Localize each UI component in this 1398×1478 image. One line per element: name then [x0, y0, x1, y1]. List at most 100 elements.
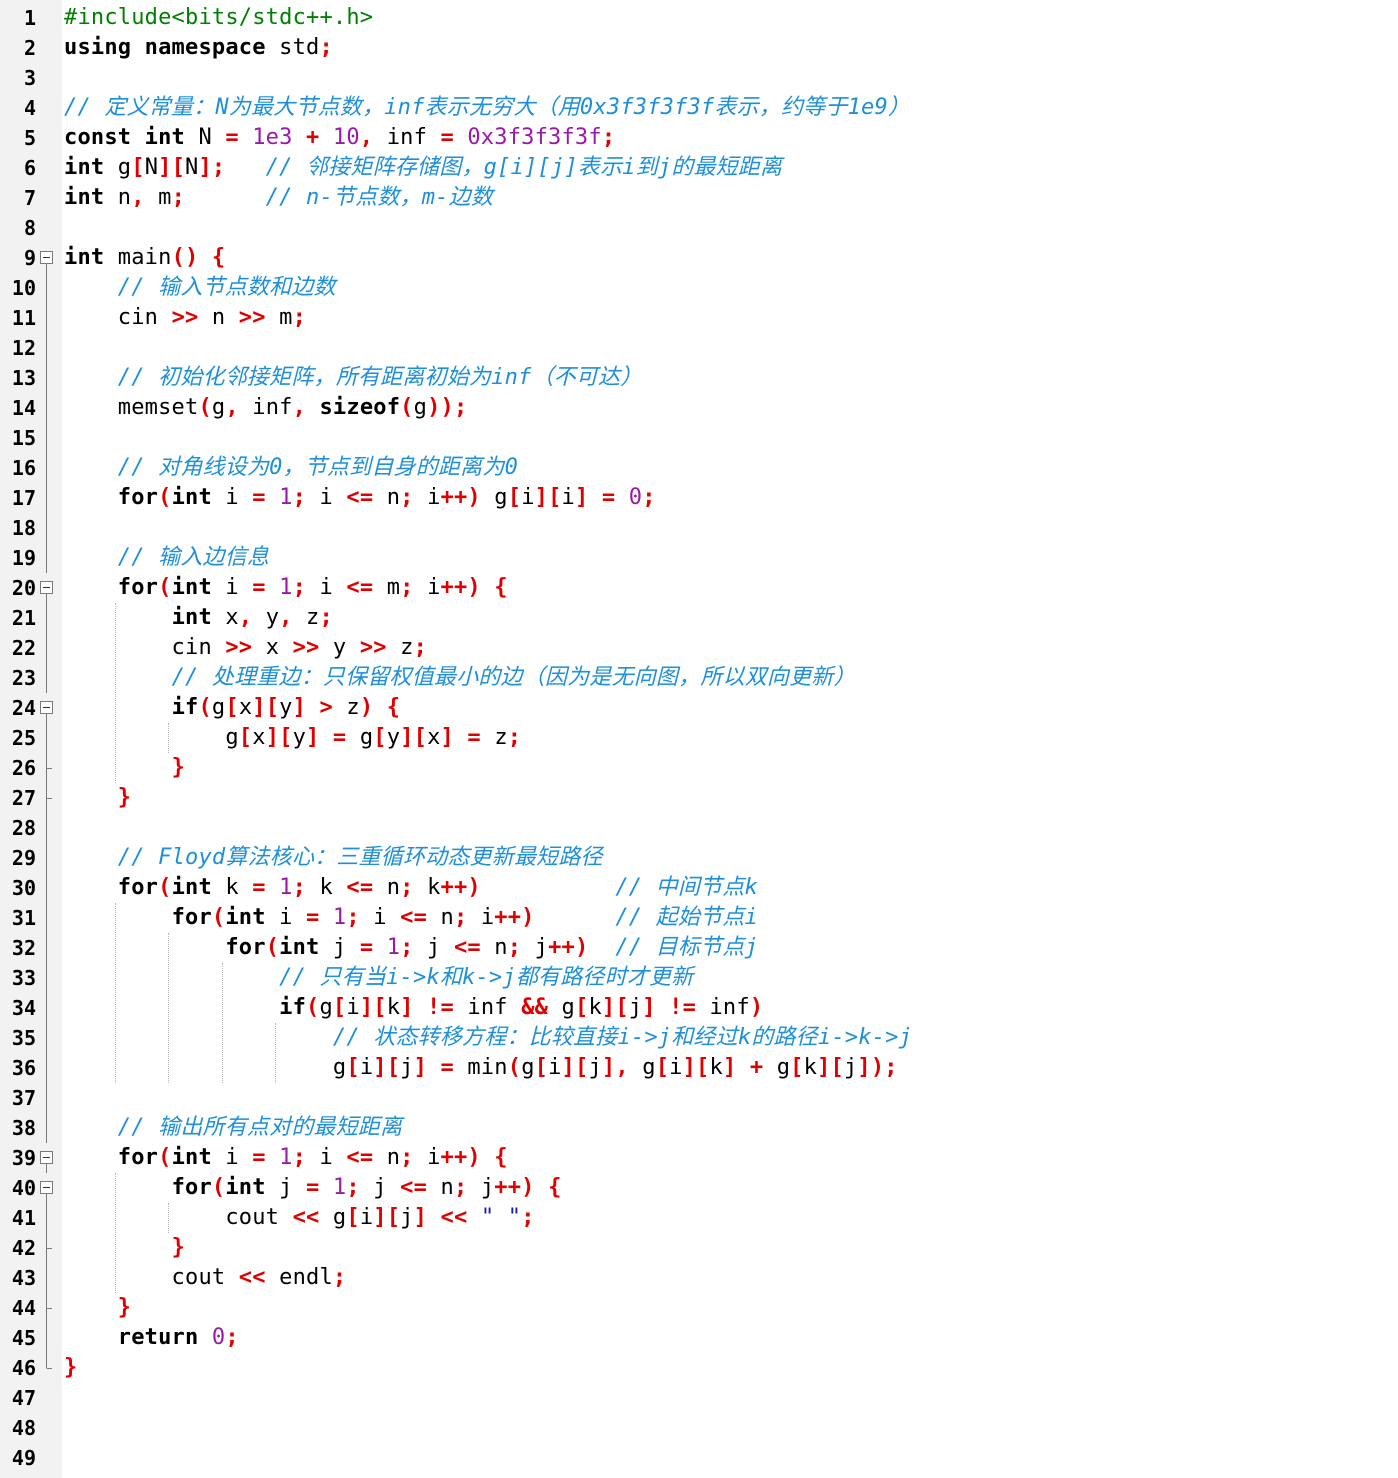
code-text[interactable]: g[i][j] = min(g[i][j], g[i][k] + g[k][j]… [64, 1053, 898, 1083]
code-line[interactable]: 5 const int N = 1e3 + 10, inf = 0x3f3f3f3… [0, 123, 1398, 153]
code-line[interactable]: 14 memset(g, inf, sizeof(g)); [0, 393, 1398, 423]
code-text[interactable]: cout << endl; [64, 1263, 347, 1293]
code-text[interactable]: for(int i = 1; i <= n; i++) g[i][i] = 0; [64, 483, 656, 513]
code-text[interactable]: // 输出所有点对的最短距离 [64, 1113, 402, 1143]
fold-collapse-icon[interactable] [38, 693, 58, 723]
code-line[interactable]: 32 for(int j = 1; j <= n; j++) // 目标节点j [0, 933, 1398, 963]
code-token: i [669, 1055, 683, 1080]
code-line[interactable]: 26 } [0, 753, 1398, 783]
code-line[interactable]: 11 cin >> n >> m; [0, 303, 1398, 333]
code-text[interactable]: // 输入边信息 [64, 543, 269, 573]
code-text[interactable]: cin >> x >> y >> z; [64, 633, 427, 663]
code-text[interactable]: } [64, 1233, 185, 1263]
line-number: 36 [11, 1056, 36, 1080]
code-line[interactable]: 17 for(int i = 1; i <= n; i++) g[i][i] =… [0, 483, 1398, 513]
code-line[interactable]: 15 [0, 423, 1398, 453]
code-text[interactable]: int main() { [64, 243, 225, 273]
code-line[interactable]: 36 g[i][j] = min(g[i][j], g[i][k] + g[k]… [0, 1053, 1398, 1083]
code-text[interactable]: cout << g[i][j] << " "; [64, 1203, 535, 1233]
code-line[interactable]: 35 // 状态转移方程：比较直接i->j和经过k的路径i->k->j [0, 1023, 1398, 1053]
code-token: ++) [494, 905, 535, 930]
code-line[interactable]: 30 for(int k = 1; k <= n; k++) // 中间节点k [0, 873, 1398, 903]
code-line[interactable]: 44 } [0, 1293, 1398, 1323]
code-line[interactable]: 16 // 对角线设为0，节点到自身的距离为0 [0, 453, 1398, 483]
code-line[interactable]: 31 for(int i = 1; i <= n; i++) // 起始节点i [0, 903, 1398, 933]
code-line[interactable]: 42 } [0, 1233, 1398, 1263]
code-line[interactable]: 6 int g[N][N]; // 邻接矩阵存储图，g[i][j]表示i到j的最短… [0, 153, 1398, 183]
code-line[interactable]: 39 for(int i = 1; i <= n; i++) { [0, 1143, 1398, 1173]
code-line[interactable]: 21 int x, y, z; [0, 603, 1398, 633]
code-line[interactable]: 43 cout << endl; [0, 1263, 1398, 1293]
code-line[interactable]: 25 g[x][y] = g[y][x] = z; [0, 723, 1398, 753]
code-line[interactable]: 49 [0, 1443, 1398, 1473]
code-line[interactable]: 8 [0, 213, 1398, 243]
code-text[interactable]: #include<bits/stdc++.h> [64, 3, 373, 33]
code-line[interactable]: 34 if(g[i][k] != inf && g[k][j] != inf) [0, 993, 1398, 1023]
code-text[interactable]: g[x][y] = g[y][x] = z; [64, 723, 521, 753]
code-text[interactable]: int n, m; // n-节点数，m-边数 [64, 183, 493, 213]
code-text[interactable]: // Floyd算法核心：三重循环动态更新最短路径 [64, 843, 603, 873]
code-line[interactable]: 4 // 定义常量：N为最大节点数，inf表示无穷大（用0x3f3f3f3f表示，… [0, 93, 1398, 123]
fold-collapse-icon[interactable] [38, 1143, 58, 1173]
code-line[interactable]: 2 using namespace std; [0, 33, 1398, 63]
code-line[interactable]: 12 [0, 333, 1398, 363]
code-text[interactable]: } [64, 783, 131, 813]
code-text[interactable]: // 输入节点数和边数 [64, 273, 336, 303]
code-line[interactable]: 28 [0, 813, 1398, 843]
code-line[interactable]: 46} [0, 1353, 1398, 1383]
code-line[interactable]: 45 return 0; [0, 1323, 1398, 1353]
code-line[interactable]: 3 [0, 63, 1398, 93]
code-text[interactable]: for(int j = 1; j <= n; j++) { [64, 1173, 562, 1203]
code-editor[interactable]: 1 #include<bits/stdc++.h> 2 using namespace… [0, 0, 1398, 1478]
code-text[interactable]: } [64, 1293, 131, 1323]
code-line[interactable]: 41 cout << g[i][j] << " "; [0, 1203, 1398, 1233]
code-line[interactable]: 27 } [0, 783, 1398, 813]
code-text[interactable]: return 0; [64, 1323, 239, 1353]
code-line[interactable]: 1 #include<bits/stdc++.h> [0, 3, 1398, 33]
code-line[interactable]: 22 cin >> x >> y >> z; [0, 633, 1398, 663]
code-line[interactable]: 13 // 初始化邻接矩阵，所有距离初始为inf（不可达） [0, 363, 1398, 393]
code-text[interactable]: const int N = 1e3 + 10, inf = 0x3f3f3f3f… [64, 123, 615, 153]
code-line[interactable]: 38 // 输出所有点对的最短距离 [0, 1113, 1398, 1143]
code-text[interactable]: // 处理重边：只保留权值最小的边（因为是无向图，所以双向更新） [64, 663, 856, 693]
code-token: k [225, 875, 253, 900]
code-text[interactable]: for(int k = 1; k <= n; k++) // 中间节点k [64, 873, 758, 903]
code-line[interactable]: 29 // Floyd算法核心：三重循环动态更新最短路径 [0, 843, 1398, 873]
code-text[interactable]: } [64, 1353, 77, 1383]
code-text[interactable]: int g[N][N]; // 邻接矩阵存储图，g[i][j]表示i到j的最短距… [64, 153, 782, 183]
code-line[interactable]: 48 [0, 1413, 1398, 1443]
code-line[interactable]: 23 // 处理重边：只保留权值最小的边（因为是无向图，所以双向更新） [0, 663, 1398, 693]
code-line[interactable]: 10 // 输入节点数和边数 [0, 273, 1398, 303]
fold-collapse-icon[interactable] [38, 1173, 58, 1203]
code-token: for [117, 485, 159, 510]
code-token: ; [319, 605, 333, 630]
code-text[interactable]: // 只有当i->k和k->j都有路径时才更新 [64, 963, 693, 993]
code-text[interactable]: // 状态转移方程：比较直接i->j和经过k的路径i->k->j [64, 1023, 912, 1053]
code-line[interactable]: 24 if(g[x][y] > z) { [0, 693, 1398, 723]
code-line[interactable]: 47 [0, 1383, 1398, 1413]
code-line[interactable]: 19 // 输入边信息 [0, 543, 1398, 573]
fold-collapse-icon[interactable] [38, 243, 58, 273]
code-line[interactable]: 33 // 只有当i->k和k->j都有路径时才更新 [0, 963, 1398, 993]
code-line[interactable]: 7 int n, m; // n-节点数，m-边数 [0, 183, 1398, 213]
code-line[interactable]: 9 int main() { [0, 243, 1398, 273]
code-text[interactable]: int x, y, z; [64, 603, 333, 633]
fold-collapse-icon[interactable] [38, 573, 58, 603]
code-line[interactable]: 40 for(int j = 1; j <= n; j++) { [0, 1173, 1398, 1203]
code-text[interactable]: } [64, 753, 185, 783]
code-text[interactable]: cin >> n >> m; [64, 303, 306, 333]
code-text[interactable]: // 初始化邻接矩阵，所有距离初始为inf（不可达） [64, 363, 642, 393]
code-token: ; [292, 875, 320, 900]
code-line[interactable]: 37 [0, 1083, 1398, 1113]
code-text[interactable]: // 定义常量：N为最大节点数，inf表示无穷大（用0x3f3f3f3f表示，约… [64, 93, 910, 123]
code-token: x [265, 635, 293, 660]
code-text[interactable]: memset(g, inf, sizeof(g)); [64, 393, 467, 423]
code-line[interactable]: 18 [0, 513, 1398, 543]
code-text[interactable]: for(int i = 1; i <= n; i++) { [64, 1143, 508, 1173]
code-text[interactable]: for(int i = 1; i <= n; i++) // 起始节点i [64, 903, 758, 933]
code-text[interactable]: for(int i = 1; i <= m; i++) { [64, 573, 508, 603]
code-text[interactable]: using namespace std; [64, 33, 333, 63]
code-text[interactable]: // 对角线设为0，节点到自身的距离为0 [64, 453, 518, 483]
code-line[interactable]: 20 for(int i = 1; i <= m; i++) { [0, 573, 1398, 603]
